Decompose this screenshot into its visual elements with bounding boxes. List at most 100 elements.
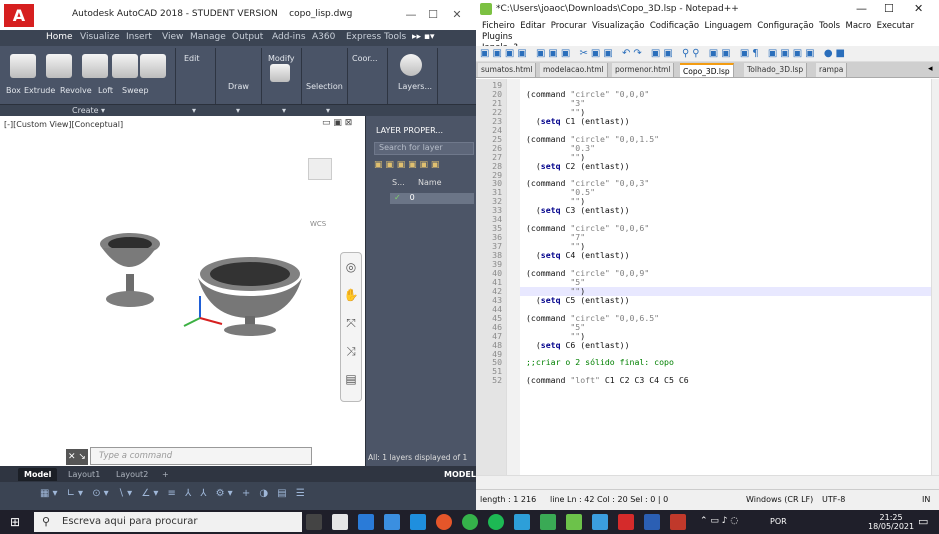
menu-procurar[interactable]: Procurar <box>551 21 587 31</box>
tab-tolhado-3d[interactable]: Tolhado_3D.lsp <box>744 63 808 77</box>
layer-panel-title[interactable]: LAYER PROPER... <box>376 126 443 135</box>
viewport-controls-icon[interactable]: ▭ ▣ ⊠ <box>322 118 352 128</box>
revolve-icon[interactable] <box>82 54 108 78</box>
drawing-viewport[interactable]: [-][Custom View][Conceptual] ▭ ▣ ⊠ WCS ◎… <box>0 116 365 466</box>
tab-layout1[interactable]: Layout1 <box>62 468 106 481</box>
menu-editar[interactable]: Editar <box>520 21 545 31</box>
tab-view[interactable]: View <box>162 32 183 42</box>
store-icon[interactable] <box>384 514 400 530</box>
box-button[interactable]: Box <box>6 86 21 95</box>
tab-visualize[interactable]: Visualize <box>80 32 120 42</box>
code-line[interactable]: (setq C1 (entlast)) <box>526 116 630 126</box>
layer-tools-icons[interactable]: ▣ ▣ ▣ ▣ ▣ ▣ <box>374 160 439 170</box>
menu-ficheiro[interactable]: Ficheiro <box>482 21 515 31</box>
close-icon[interactable]: ✕ <box>914 2 923 15</box>
tab-a360[interactable]: A360 <box>312 32 335 42</box>
tab-layout2[interactable]: Layout2 <box>110 468 154 481</box>
menu-plugins[interactable]: Plugins <box>482 32 512 42</box>
close-icon[interactable]: ✕ <box>448 8 466 22</box>
revolve-button[interactable]: Revolve <box>60 86 92 95</box>
code-line[interactable]: (setq C4 (entlast)) <box>526 251 630 260</box>
menu-executar[interactable]: Executar <box>877 21 914 31</box>
system-tray-icons[interactable]: ⌃ ▭ ♪ ◌ <box>700 516 738 526</box>
toolbar-icons[interactable]: ▣▣▣▣ ▣▣▣ ✂▣▣ ↶↷ ▣▣ ⚲⚲ ▣▣ ▣¶ ▣▣▣▣ ●■ <box>476 46 939 61</box>
tab-sumatos[interactable]: sumatos.html <box>478 63 537 77</box>
box-icon[interactable] <box>10 54 36 78</box>
code-area[interactable]: (command "circle" "0,0,0" "3" "") (setq … <box>476 79 939 475</box>
tab-copo-3d[interactable]: Copo_3D.lsp <box>680 63 734 77</box>
filezilla-icon[interactable] <box>670 514 686 530</box>
tab-home[interactable]: Home <box>46 32 73 42</box>
chevron-down-icon[interactable]: ▾ <box>326 106 330 115</box>
tab-scroll-icon[interactable]: ◂ <box>928 64 933 74</box>
sheets-icon[interactable] <box>540 514 556 530</box>
autocad-logo-icon[interactable]: A <box>4 4 34 27</box>
code-line[interactable]: (setq C3 (entlast)) <box>526 206 630 215</box>
notepadpp-taskbar-icon[interactable] <box>566 514 582 530</box>
extrude-button[interactable]: Extrude <box>24 86 55 95</box>
navigation-bar[interactable]: ◎ ✋ ⤧ ⤨ ▤ <box>340 252 362 402</box>
menu-macro[interactable]: Macro <box>845 21 871 31</box>
chevron-down-icon[interactable]: ▾ <box>282 106 286 115</box>
tab-insert[interactable]: Insert <box>126 32 152 42</box>
windows-start-icon[interactable]: ⊞ <box>10 515 20 529</box>
tab-model[interactable]: Model <box>18 468 58 481</box>
code-line[interactable]: (command "loft" C1 C2 C3 C4 C5 C6 <box>526 376 689 385</box>
notifications-icon[interactable]: ▭ <box>918 515 928 528</box>
code-editor[interactable]: 19 20 21 22 23 24 25 26 27 28 29 30 31 32 33 34 35 36 37 38… <box>476 79 939 475</box>
autocad-taskbar-icon[interactable] <box>618 514 634 530</box>
code-line[interactable]: (setq C2 (entlast)) <box>526 161 630 171</box>
loft-icon[interactable] <box>112 54 138 78</box>
layer-row[interactable]: ✓ 0 <box>390 193 474 204</box>
chevron-down-icon[interactable]: ▾ <box>192 106 196 115</box>
viewcube-icon[interactable] <box>308 158 332 180</box>
menu-linguagem[interactable]: Linguagem <box>704 21 751 31</box>
menu-visualizacao[interactable]: Visualização <box>592 21 645 31</box>
language-indicator[interactable]: POR <box>770 517 787 526</box>
tab-manage[interactable]: Manage <box>190 32 226 42</box>
chevron-down-icon[interactable]: ▾ <box>101 106 105 115</box>
minimize-icon[interactable]: — <box>402 8 420 22</box>
spotify-icon[interactable] <box>488 514 504 530</box>
file-explorer-icon[interactable] <box>358 514 374 530</box>
layer-col-status[interactable]: S... <box>392 178 405 187</box>
code-line[interactable]: ;;criar o 2 sólido final: copo <box>526 358 674 367</box>
tab-add-ins[interactable]: Add-ins <box>272 32 306 42</box>
menu-tools[interactable]: Tools <box>819 21 840 31</box>
sweep-button[interactable]: Sweep <box>122 86 149 95</box>
tab-express-tools[interactable]: Express Tools <box>346 32 406 42</box>
taskbar-search-input[interactable]: ⚲ Escreva aqui para procurar <box>34 512 302 532</box>
code-line[interactable]: (setq C6 (entlast)) <box>526 340 630 350</box>
tab-modelacao[interactable]: modelacao.html <box>540 63 608 77</box>
status-toggle-icons[interactable]: ▦▾ ∟▾ ⊙▾ ∖▾ ∠▾ ≡ ⅄ ⅄ ⚙▾ + ◑ ▤ ☰ <box>40 488 308 499</box>
layer-col-name[interactable]: Name <box>418 178 442 187</box>
chrome-alt-icon[interactable] <box>462 514 478 530</box>
command-line-input[interactable]: Type a command <box>90 447 312 465</box>
viewport-label[interactable]: [-][Custom View][Conceptual] <box>4 120 123 129</box>
create-panel-label[interactable]: Create <box>72 106 99 115</box>
tab-pormenor[interactable]: pormenor.html <box>612 63 675 77</box>
chevron-down-icon[interactable]: ▾ <box>236 106 240 115</box>
maximize-icon[interactable]: ☐ <box>424 8 442 22</box>
menu-configuracao[interactable]: Configuração <box>757 21 813 31</box>
photos-icon[interactable] <box>514 514 530 530</box>
code-line[interactable]: (setq C5 (entlast)) <box>526 295 630 305</box>
calculator-icon[interactable] <box>592 514 608 530</box>
maximize-icon[interactable]: ☐ <box>884 2 894 15</box>
sweep-icon[interactable] <box>140 54 166 78</box>
loft-button[interactable]: Loft <box>98 86 113 95</box>
model-space-button[interactable]: MODEL <box>444 470 476 479</box>
chrome-icon[interactable] <box>436 514 452 530</box>
more-tabs-icon[interactable]: ▸▸ ▪▾ <box>412 32 435 42</box>
word-icon[interactable] <box>644 514 660 530</box>
vertical-scrollbar[interactable] <box>931 79 939 475</box>
extrude-icon[interactable] <box>46 54 72 78</box>
minimize-icon[interactable]: — <box>856 2 867 15</box>
menu-codificacao[interactable]: Codificação <box>650 21 699 31</box>
horizontal-scrollbar[interactable] <box>476 475 939 489</box>
add-layout-button[interactable]: + <box>156 468 175 481</box>
dell-icon[interactable] <box>332 514 348 530</box>
mail-icon[interactable] <box>410 514 426 530</box>
layer-search-input[interactable]: Search for layer <box>374 142 474 155</box>
task-view-icon[interactable] <box>306 514 322 530</box>
